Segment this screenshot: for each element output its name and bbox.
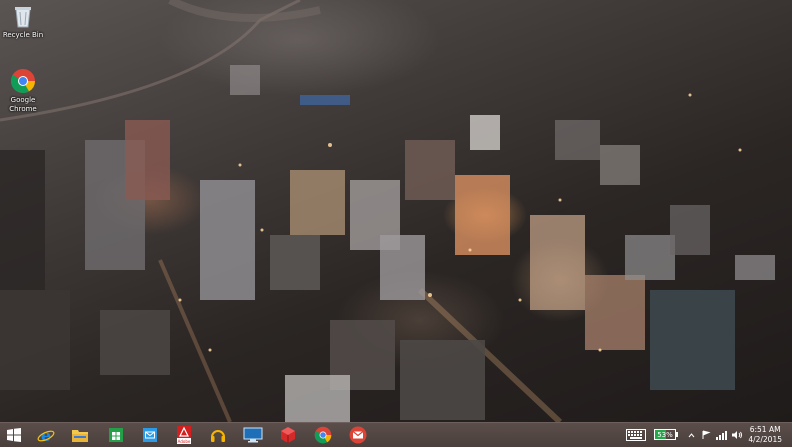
music-button[interactable] [206, 424, 230, 446]
gmail-button[interactable] [346, 424, 370, 446]
store-icon [109, 428, 123, 442]
chrome-icon [314, 426, 332, 444]
adobe-reader-button[interactable]: Adobe [172, 424, 196, 446]
mail-icon [143, 428, 157, 442]
chrome-desktop-icon[interactable]: Google Chrome [0, 68, 46, 114]
start-button[interactable] [2, 424, 26, 446]
folder-icon [72, 430, 88, 442]
internet-explorer-icon: e [37, 426, 55, 444]
mail-app-button[interactable] [138, 424, 162, 446]
red-cube-icon [281, 427, 295, 443]
show-hidden-icons-button[interactable] [688, 423, 695, 447]
internet-explorer-button[interactable]: e [34, 424, 58, 446]
city-skyline-image [0, 0, 775, 422]
action-center-button[interactable] [701, 423, 711, 447]
speaker-icon [732, 431, 742, 439]
monitor-icon [243, 427, 263, 443]
volume-button[interactable] [731, 423, 743, 447]
keyboard-icon [626, 429, 646, 441]
desktop-wallpaper [0, 0, 792, 422]
remote-desktop-button[interactable] [241, 424, 265, 446]
taskbar: e Adobe 53% 6:51 AM 4/2/2015 [0, 422, 792, 447]
gmail-icon [349, 426, 367, 444]
touch-keyboard-button[interactable] [626, 423, 646, 447]
clock-time: 6:51 AM [749, 425, 781, 434]
recycle-bin-icon [15, 7, 31, 28]
chrome-button[interactable] [311, 424, 335, 446]
3d-app-button[interactable] [276, 424, 300, 446]
recycle-bin-label: Recycle Bin [2, 31, 44, 39]
windows-logo-icon [7, 428, 21, 442]
network-button[interactable] [715, 423, 727, 447]
battery-indicator[interactable]: 53% [654, 429, 676, 440]
flag-icon [702, 430, 711, 439]
adobe-icon: Adobe [177, 426, 191, 444]
recycle-bin-desktop-icon[interactable]: Recycle Bin [0, 3, 46, 40]
battery-percent: 53% [657, 430, 673, 439]
file-explorer-button[interactable] [68, 424, 92, 446]
battery-tip [676, 432, 678, 437]
store-button[interactable] [104, 424, 128, 446]
headphones-icon [211, 430, 225, 442]
chrome-icon [10, 69, 35, 94]
chrome-label: Google Chrome [9, 96, 37, 113]
signal-strength-icon [716, 431, 727, 440]
adobe-label: Adobe [178, 439, 191, 444]
clock[interactable]: 6:51 AM 4/2/2015 [748, 425, 782, 445]
clock-date: 4/2/2015 [748, 435, 782, 444]
chevron-up-icon [688, 432, 695, 437]
